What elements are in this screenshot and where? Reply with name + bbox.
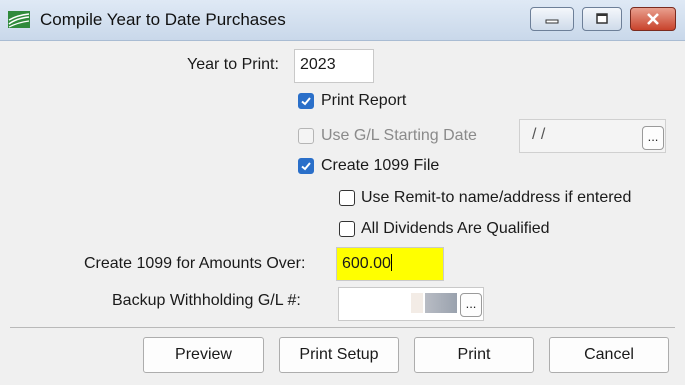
use-remit-to-checkbox[interactable] [339, 190, 355, 206]
text-cursor [390, 254, 392, 271]
backup-withholding-label: Backup Withholding G/L #: [112, 292, 301, 309]
preview-button[interactable]: Preview [143, 337, 264, 373]
close-button[interactable] [630, 7, 676, 31]
create-1099-file-label: Create 1099 File [321, 157, 440, 174]
all-dividends-qualified-checkbox[interactable] [339, 221, 355, 237]
use-remit-to-label: Use Remit-to name/address if entered [361, 189, 632, 206]
maximize-icon [583, 8, 621, 30]
maximize-button[interactable] [582, 7, 622, 31]
button-separator [10, 327, 675, 328]
gl-starting-date-value: / / [532, 126, 546, 143]
gl-account-lookup-button[interactable]: ... [460, 293, 482, 317]
cancel-button[interactable]: Cancel [549, 337, 669, 373]
print-setup-button[interactable]: Print Setup [279, 337, 399, 373]
window-title: Compile Year to Date Purchases [40, 10, 286, 29]
create-1099-file-checkbox[interactable] [298, 158, 314, 174]
use-gl-starting-date-label: Use G/L Starting Date [321, 127, 477, 144]
checkmark-icon [301, 162, 311, 171]
year-to-print-label: Year to Print: [187, 56, 279, 73]
amount-threshold-label: Create 1099 for Amounts Over: [84, 255, 306, 272]
app-logo-icon [8, 11, 30, 28]
gl-date-picker-button[interactable]: ... [642, 126, 664, 150]
redacted-block [411, 293, 423, 313]
year-to-print-input[interactable]: 2023 [294, 49, 374, 83]
minimize-icon [531, 8, 573, 30]
print-report-label: Print Report [321, 92, 407, 109]
all-dividends-qualified-label: All Dividends Are Qualified [361, 220, 550, 237]
amount-threshold-value: 600.00 [342, 255, 391, 272]
amount-threshold-input[interactable]: 600.00 [336, 247, 444, 281]
title-bar: Compile Year to Date Purchases [0, 0, 685, 41]
checkmark-icon [301, 97, 311, 106]
close-icon [631, 8, 675, 30]
redacted-block [425, 293, 457, 313]
use-gl-starting-date-checkbox [298, 128, 314, 144]
print-report-checkbox[interactable] [298, 93, 314, 109]
minimize-button[interactable] [530, 7, 574, 31]
print-button[interactable]: Print [414, 337, 534, 373]
